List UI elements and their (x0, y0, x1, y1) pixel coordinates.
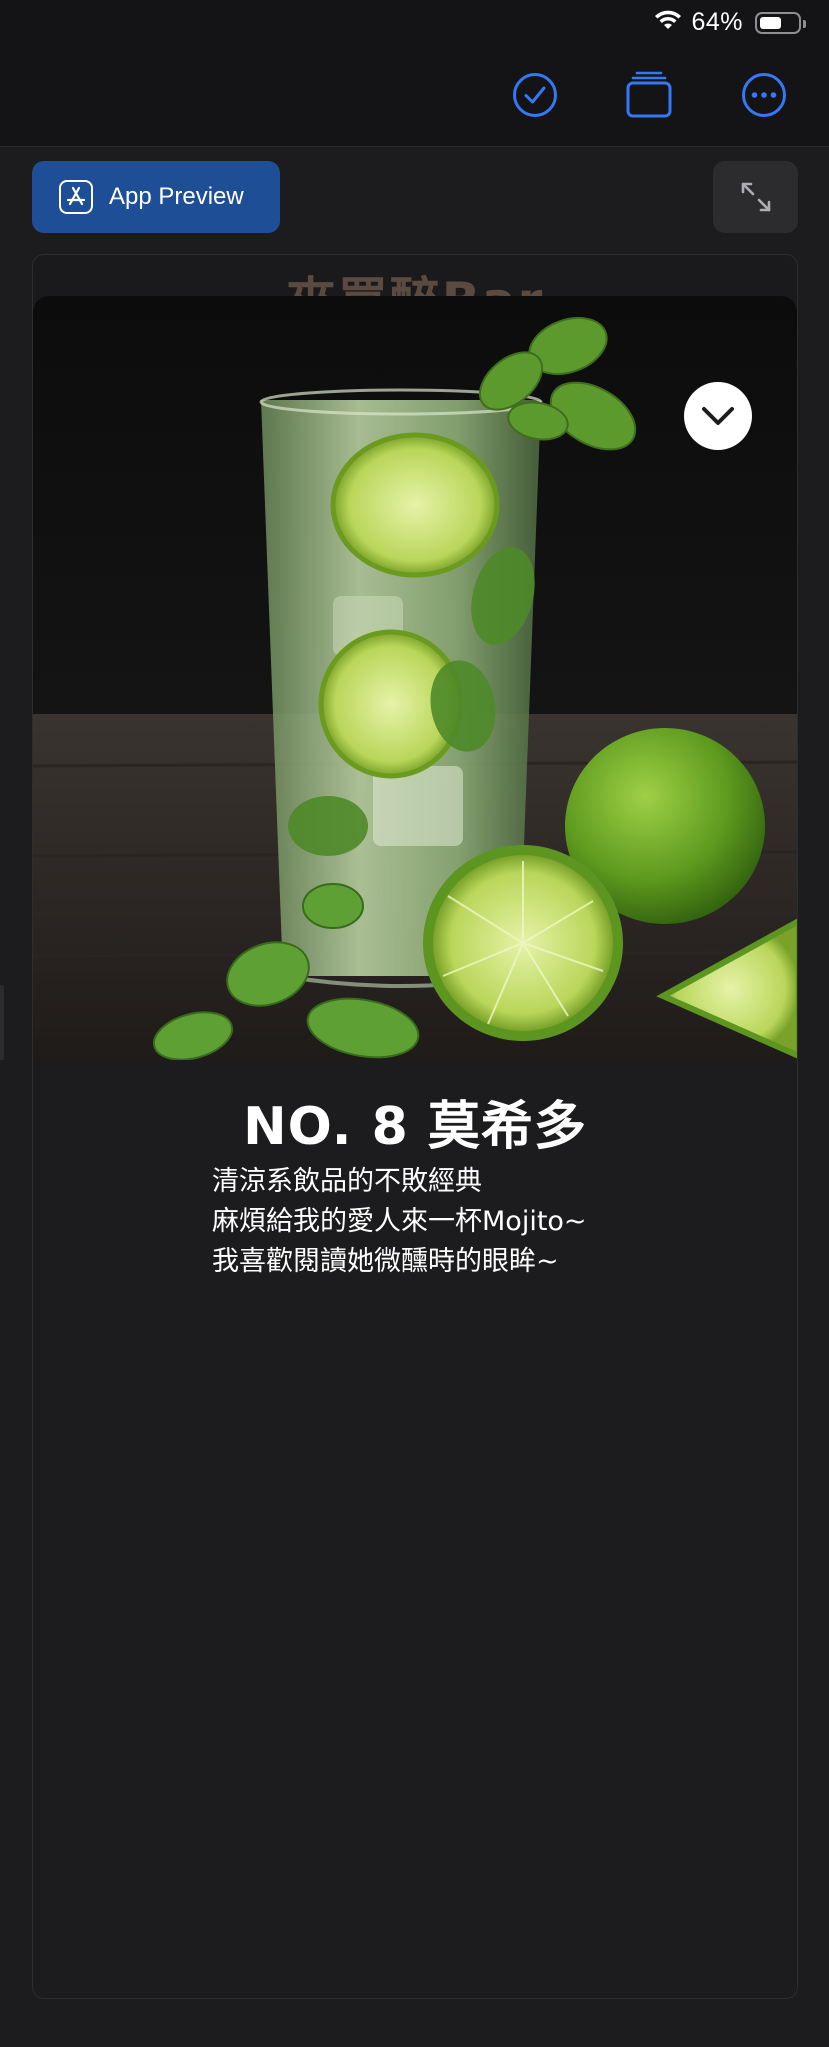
status-bar: 64% (0, 0, 829, 46)
app-preview-frame: 來買醉Bar NO. 8 莫希多 清涼系飲品的不敗經典 麻煩給我的愛人來一杯Mo… (32, 254, 798, 1999)
battery-icon (755, 11, 806, 34)
app-preview-button[interactable]: App Preview (32, 161, 280, 233)
drink-detail-sheet: NO. 8 莫希多 清涼系飲品的不敗經典 麻煩給我的愛人來一杯Mojito~ 我… (33, 296, 797, 1998)
chevron-down-icon (702, 407, 734, 425)
collapse-button[interactable] (684, 382, 752, 450)
drink-title: NO. 8 莫希多 (243, 1097, 587, 1157)
checkmark-circle-icon (513, 73, 557, 117)
done-button[interactable] (508, 68, 562, 122)
description-line: 麻煩給我的愛人來一杯Mojito~ (212, 1206, 587, 1237)
app-store-icon (59, 180, 93, 214)
wifi-icon (653, 9, 683, 37)
drink-photo (33, 296, 797, 1060)
app-preview-label: App Preview (109, 183, 244, 210)
more-options-icon (742, 73, 786, 117)
battery-fill (760, 16, 781, 29)
toolbar (0, 46, 829, 147)
status-right: 64% (653, 8, 806, 37)
left-edge-handle[interactable] (0, 985, 4, 1060)
drink-description: 清涼系飲品的不敗經典 麻煩給我的愛人來一杯Mojito~ 我喜歡閱讀她微醺時的眼… (212, 1162, 587, 1282)
windows-button[interactable] (622, 68, 676, 122)
description-line: 我喜歡閱讀她微醺時的眼眸~ (212, 1246, 559, 1277)
expand-arrows-icon (741, 182, 770, 212)
expand-button[interactable] (713, 161, 798, 233)
stacked-windows-icon (626, 71, 672, 118)
battery-percentage: 64% (691, 8, 743, 36)
more-options-button[interactable] (737, 68, 791, 122)
app-root: 64% App Preview 來買醉Bar NO. 8 莫希多 清涼系飲品的不… (0, 0, 829, 2047)
description-line: 清涼系飲品的不敗經典 (212, 1166, 482, 1197)
